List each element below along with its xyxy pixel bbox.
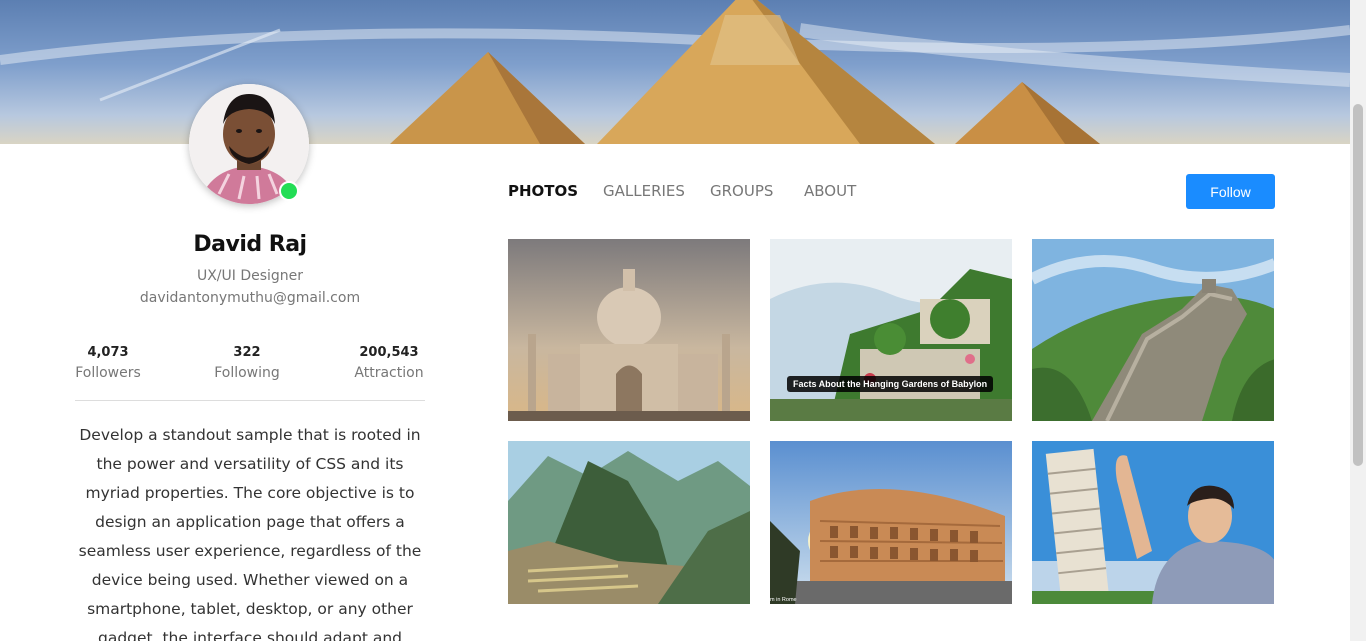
stat-followers[interactable]: 4,073 Followers [48, 345, 168, 381]
profile-name: David Raj [193, 232, 307, 257]
profile-email: davidantonymuthu@gmail.com [139, 290, 361, 306]
stat-value: 200,543 [359, 345, 419, 360]
stat-attraction[interactable]: 200,543 Attraction [329, 345, 449, 381]
tab-about[interactable]: ABOUT [804, 182, 856, 200]
photo-great-wall[interactable] [1032, 239, 1274, 421]
profile-stats: 4,073 Followers 322 Following 200,543 At… [75, 345, 425, 401]
machu-picchu-image [508, 441, 750, 604]
follow-button[interactable]: Follow [1186, 174, 1275, 209]
scrollbar-thumb[interactable] [1353, 104, 1363, 466]
profile-bio: Develop a standout sample that is rooted… [78, 426, 422, 641]
tab-groups[interactable]: GROUPS [710, 182, 773, 200]
photo-colosseum[interactable]: m in Rome [770, 441, 1012, 604]
stat-label: Followers [75, 365, 141, 381]
tab-photos[interactable]: PHOTOS [508, 182, 578, 200]
photo-hanging-gardens[interactable]: Facts About the Hanging Gardens of Babyl… [770, 239, 1012, 421]
stat-value: 322 [233, 345, 261, 360]
leaning-tower-pisa-image [1032, 441, 1274, 604]
vertical-scrollbar[interactable] [1350, 0, 1366, 641]
tab-galleries[interactable]: GALLERIES [603, 182, 685, 200]
hanging-gardens-image [770, 239, 1012, 421]
online-status-indicator [279, 181, 299, 201]
stat-label: Following [214, 365, 280, 381]
stat-value: 4,073 [87, 345, 129, 360]
photo-caption: Facts About the Hanging Gardens of Babyl… [787, 376, 994, 392]
stat-label: Attraction [354, 365, 424, 381]
profile-role: UX/UI Designer [196, 268, 304, 284]
stat-following[interactable]: 322 Following [187, 345, 307, 381]
taj-mahal-image [508, 239, 750, 421]
great-wall-image [1032, 239, 1274, 421]
colosseum-image [770, 441, 1012, 604]
photo-caption: m in Rome [770, 597, 797, 603]
photo-machu-picchu[interactable] [508, 441, 750, 604]
photo-leaning-tower-pisa[interactable] [1032, 441, 1274, 604]
photo-taj-mahal[interactable] [508, 239, 750, 421]
